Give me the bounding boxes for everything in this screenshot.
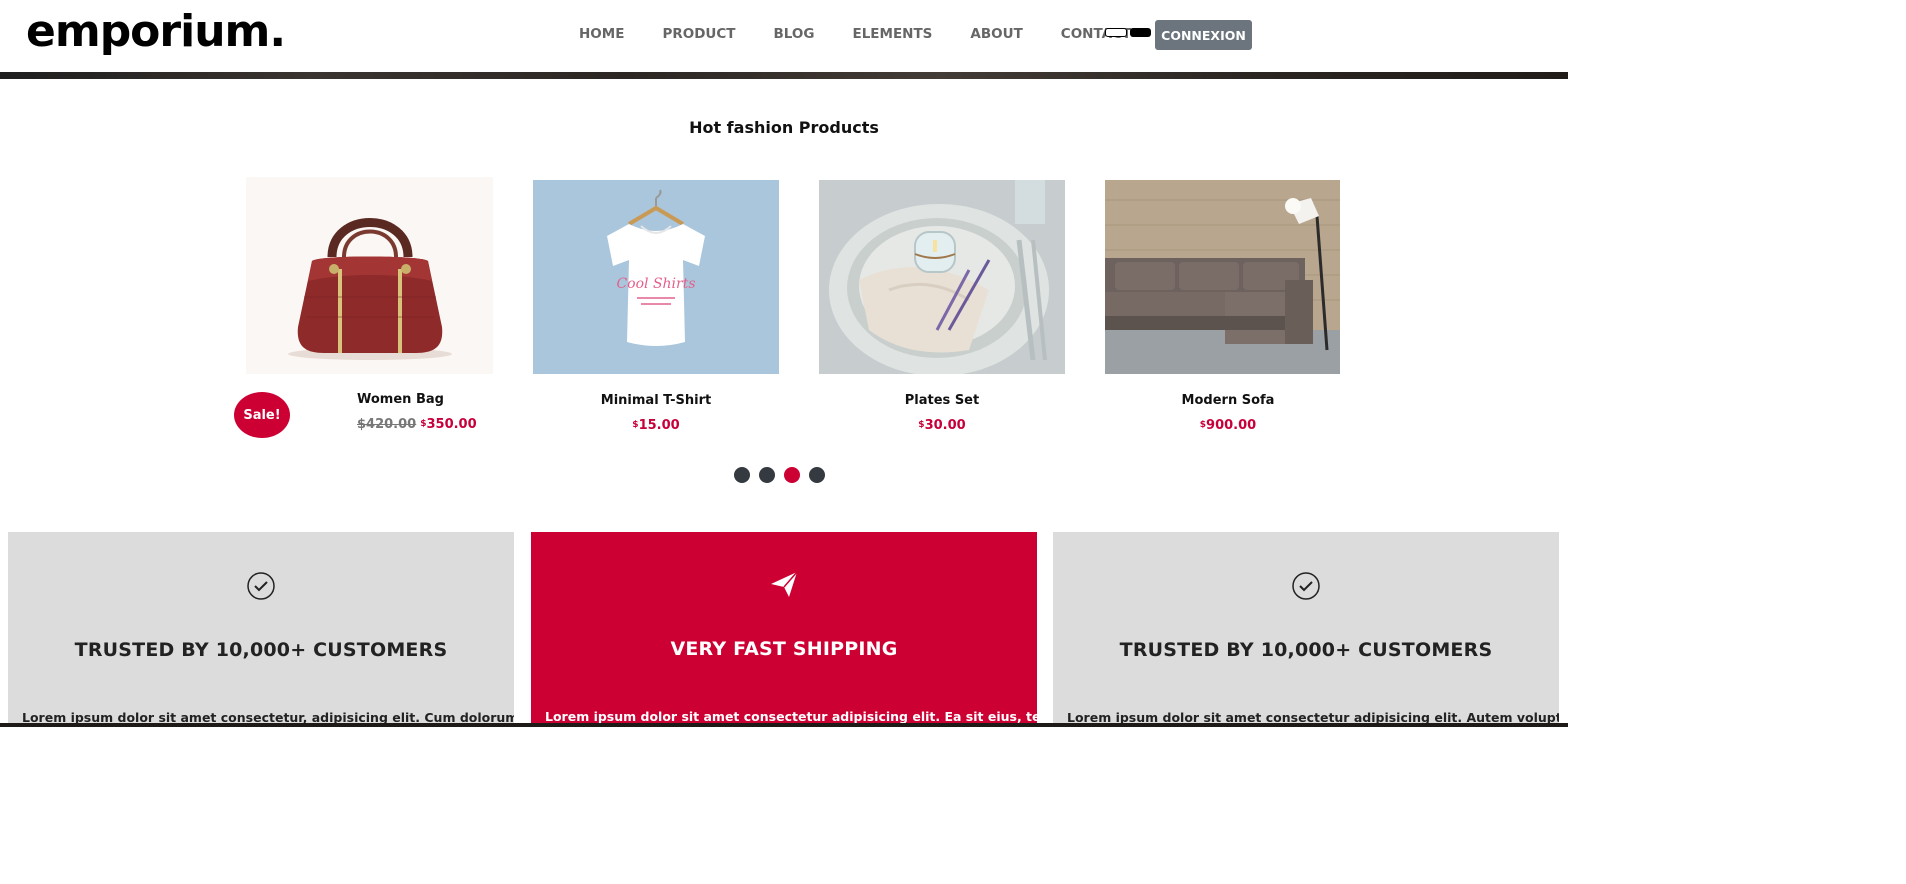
feature-title: TRUSTED BY 10,000+ CUSTOMERS [1119, 639, 1493, 661]
feature-title: TRUSTED BY 10,000+ CUSTOMERS [74, 639, 448, 661]
carousel-dot-2[interactable] [759, 467, 775, 483]
logo[interactable]: emporium. [26, 6, 286, 57]
sofa-image [1105, 180, 1340, 374]
bottom-strip [0, 723, 1568, 727]
check-circle-icon [1291, 571, 1321, 605]
handbag-image [288, 218, 452, 360]
nav-product[interactable]: PRODUCT [643, 26, 754, 42]
product-name[interactable]: Modern Sofa [1105, 393, 1351, 408]
feature-box-trusted: TRUSTED BY 10,000+ CUSTOMERS Lorem ipsum… [8, 532, 514, 727]
site-header: emporium. HOME PRODUCT BLOG ELEMENTS ABO… [0, 0, 1568, 73]
carousel-dots [734, 467, 825, 483]
main-nav: HOME PRODUCT BLOG ELEMENTS ABOUT CONTACT [560, 26, 1150, 42]
carousel-dot-3[interactable] [784, 467, 800, 483]
feature-box-trusted-2: TRUSTED BY 10,000+ CUSTOMERS Lorem ipsum… [1053, 532, 1559, 727]
check-circle-icon [246, 571, 276, 605]
product-image-minimal-tshirt[interactable]: Cool Shirts [533, 180, 779, 374]
tshirt-print-text: Cool Shirts [616, 276, 695, 292]
nav-about[interactable]: ABOUT [951, 26, 1041, 42]
product-price: $900.00 [1105, 418, 1351, 433]
product-image-women-bag[interactable] [246, 177, 493, 374]
dark-theme-toggle[interactable] [1130, 28, 1151, 37]
plates-image [819, 180, 1065, 374]
product-image-modern-sofa[interactable] [1105, 180, 1340, 374]
section-title: Hot fashion Products [689, 118, 879, 137]
nav-blog[interactable]: BLOG [755, 26, 834, 42]
hero-image-strip [0, 72, 1568, 79]
carousel-dot-1[interactable] [734, 467, 750, 483]
nav-home[interactable]: HOME [560, 26, 643, 42]
product-name[interactable]: Women Bag [294, 392, 494, 407]
current-price: 15.00 [638, 418, 680, 433]
product-name[interactable]: Minimal T-Shirt [533, 393, 779, 408]
tshirt-image: Cool Shirts [607, 189, 705, 346]
product-card-modern-sofa[interactable]: Modern Sofa $900.00 [1105, 180, 1351, 440]
feature-box-shipping: VERY FAST SHIPPING Lorem ipsum dolor sit… [531, 532, 1037, 727]
old-price: $420.00 [357, 417, 417, 432]
current-price: 350.00 [426, 417, 477, 432]
product-card-plates-set[interactable]: Plates Set $30.00 [819, 180, 1065, 440]
paper-plane-icon [769, 569, 799, 603]
product-price: $30.00 [819, 418, 1065, 433]
product-price: $420.00 $350.00 [294, 417, 494, 432]
nav-elements[interactable]: ELEMENTS [833, 26, 951, 42]
sale-badge: Sale! [234, 392, 290, 438]
current-price: 30.00 [924, 418, 966, 433]
current-price: 900.00 [1206, 418, 1257, 433]
product-card-minimal-tshirt[interactable]: Cool Shirts Minimal T-Shirt $15.00 [533, 180, 779, 440]
light-theme-toggle[interactable] [1105, 28, 1127, 37]
feature-text: Lorem ipsum dolor sit amet consectetur a… [545, 709, 1037, 724]
connexion-button[interactable]: CONNEXION [1155, 20, 1252, 50]
product-image-plates-set[interactable] [819, 180, 1065, 374]
product-price: $15.00 [533, 418, 779, 433]
feature-title: VERY FAST SHIPPING [670, 638, 898, 660]
carousel-dot-4[interactable] [809, 467, 825, 483]
product-name[interactable]: Plates Set [819, 393, 1065, 408]
